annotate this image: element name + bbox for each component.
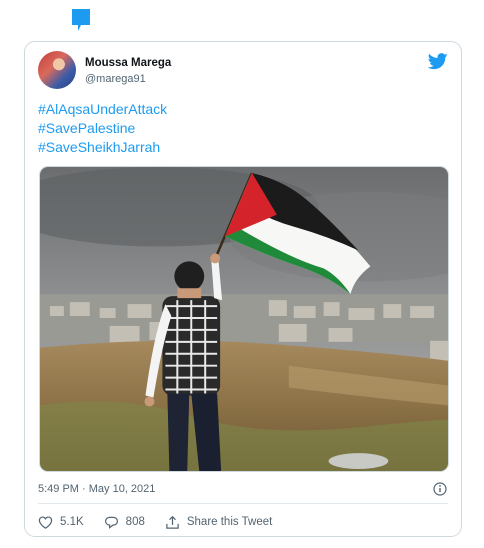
hashtag-link[interactable]: #SaveSheikhJarrah: [38, 138, 167, 157]
reply-icon: [104, 516, 118, 529]
hashtag-link[interactable]: #AlAqsaUnderAttack: [38, 100, 167, 119]
info-icon[interactable]: [433, 482, 447, 496]
like-button[interactable]: 5.1K: [38, 515, 84, 530]
twitter-bird-icon[interactable]: [428, 53, 448, 70]
share-button[interactable]: Share this Tweet: [165, 515, 272, 530]
author-handle[interactable]: @marega91: [85, 73, 146, 85]
embedded-tweet-card[interactable]: Moussa Marega @marega91 #AlAqsaUnderAtta…: [24, 41, 462, 537]
heart-icon: [38, 515, 53, 529]
quote-icon: [72, 9, 90, 31]
hashtag-link[interactable]: #SavePalestine: [38, 119, 167, 138]
photo-person-with-flag: [40, 167, 448, 471]
tweet-photo[interactable]: [39, 166, 449, 472]
tweet-actions: 5.1K 808 Share this Tweet: [38, 513, 292, 531]
tweet-text: #AlAqsaUnderAttack #SavePalestine #SaveS…: [38, 100, 167, 157]
divider: [38, 503, 448, 504]
author-name[interactable]: Moussa Marega: [85, 57, 171, 69]
reply-count: 808: [125, 516, 145, 528]
like-count: 5.1K: [60, 516, 84, 528]
share-icon: [166, 515, 179, 529]
share-label: Share this Tweet: [186, 516, 273, 528]
avatar[interactable]: [38, 51, 76, 89]
reply-button[interactable]: 808: [104, 515, 145, 530]
tweet-timestamp[interactable]: 5:49 PM · May 10, 2021: [38, 483, 155, 495]
